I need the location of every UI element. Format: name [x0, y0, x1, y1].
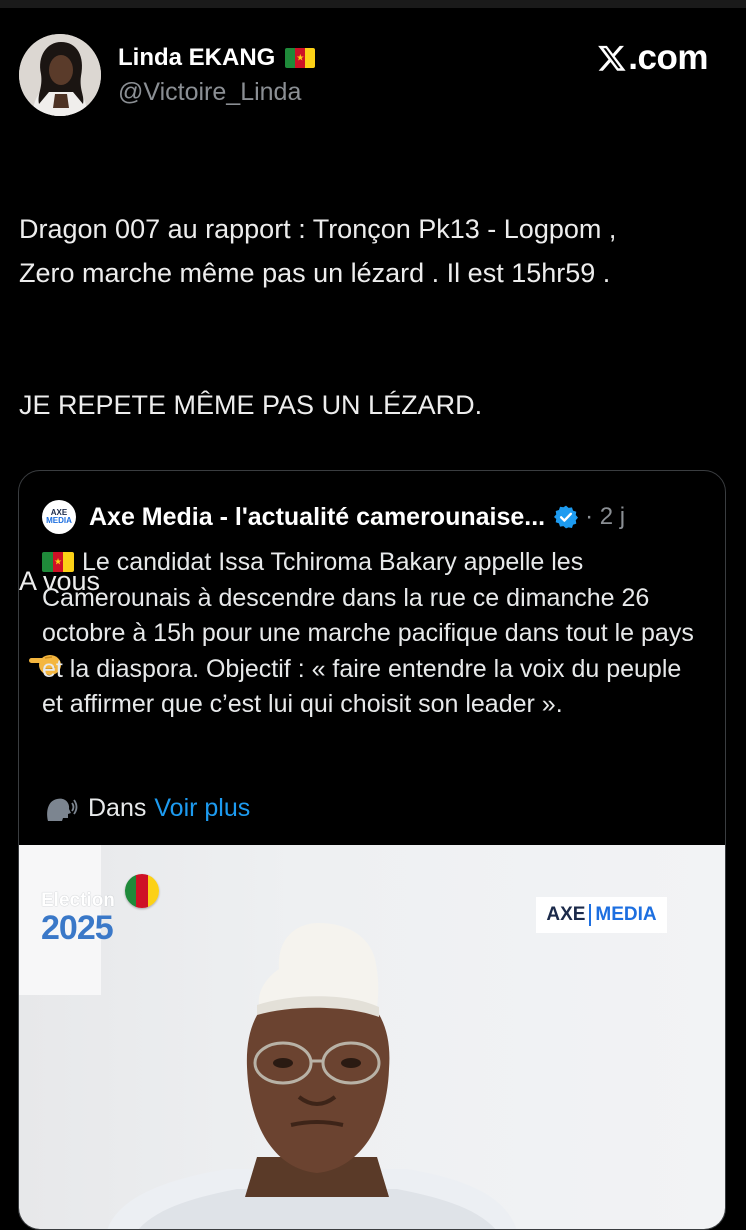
axe-media-watermark: AXE MEDIA [536, 897, 667, 933]
cameroon-flag-icon [42, 552, 74, 572]
watermark-separator [589, 904, 592, 926]
quoted-tweet-header: AXE MEDIA Axe Media - l'actualité camero… [42, 498, 722, 536]
watermark-right-text: MEDIA [595, 904, 657, 925]
watermark-left-text: AXE [546, 904, 586, 925]
election-2025-label: Election 2025 [41, 890, 115, 947]
see-more-link[interactable]: Voir plus [154, 794, 250, 823]
x-com-logo: .com [597, 38, 708, 78]
status-strip [0, 0, 746, 8]
election-year-text: 2025 [41, 909, 114, 947]
avatar[interactable] [19, 34, 101, 116]
verified-badge-icon [554, 505, 579, 529]
quoted-tweet-more: Dans Voir plus [44, 794, 250, 823]
display-name[interactable]: Linda EKANG [118, 44, 316, 72]
axe-media-avatar[interactable]: AXE MEDIA [42, 500, 76, 534]
quoted-tweet-text: Le candidat Issa Tchiroma Bakary appelle… [42, 545, 707, 723]
candidate-portrait [107, 923, 517, 1229]
x-logo-icon [598, 45, 626, 71]
display-name-text: Linda EKANG [118, 44, 276, 71]
tweet-line-repeat: JE REPETE MÊME PAS UN LÉZARD. [19, 390, 483, 420]
tweet-line-report: Dragon 007 au rapport : Tronçon Pk13 - L… [19, 214, 617, 288]
quoted-tweet-body: Le candidat Issa Tchiroma Bakary appelle… [42, 548, 694, 718]
quoted-more-prefix: Dans [88, 794, 147, 822]
quoted-tweet-image[interactable]: Election 2025 AXE MEDIA [19, 845, 725, 1229]
avatar-photo [19, 34, 101, 116]
quoted-tweet-card[interactable]: AXE MEDIA Axe Media - l'actualité camero… [18, 470, 726, 1230]
cameroon-flag-icon [285, 48, 316, 68]
user-handle[interactable]: @Victoire_Linda [118, 78, 301, 107]
speaking-head-icon [47, 798, 78, 821]
quoted-author-name[interactable]: Axe Media - l'actualité camerounaise... [89, 503, 545, 532]
x-com-text: .com [628, 38, 708, 77]
quoted-tweet-date[interactable]: · 2 j [585, 503, 625, 531]
axe-media-avatar-bottom: MEDIA [46, 516, 72, 525]
